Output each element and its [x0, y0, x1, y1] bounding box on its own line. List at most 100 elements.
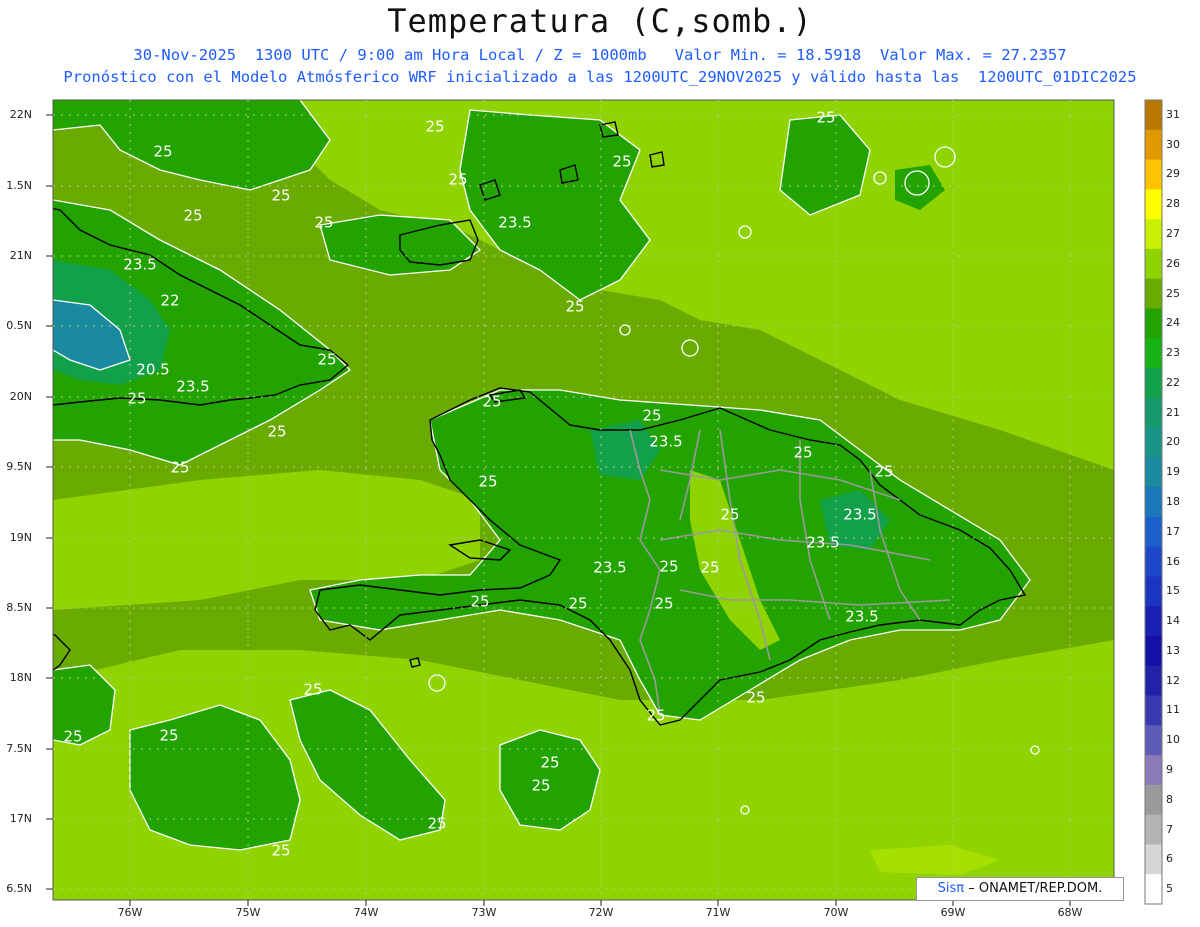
colorbar-swatch — [1145, 397, 1162, 429]
colorbar-label: 27 — [1166, 227, 1180, 240]
colorbar-label: 13 — [1166, 643, 1180, 657]
lat-label: 21N — [9, 249, 32, 262]
contour-label: 25 — [314, 214, 333, 232]
colorbar-label: 16 — [1166, 554, 1180, 568]
colorbar-label: 22 — [1166, 375, 1180, 389]
colorbar-swatch — [1145, 368, 1162, 399]
colorbar-label: 14 — [1166, 614, 1180, 628]
colorbar-label: 30 — [1166, 137, 1180, 151]
lon-label: 72W — [588, 906, 614, 919]
colorbar-swatch — [1145, 725, 1162, 756]
contour-label: 23.5 — [123, 256, 156, 274]
colorbar-label: 10 — [1166, 733, 1180, 747]
colorbar-swatch — [1145, 129, 1162, 161]
contour-label: 25 — [425, 118, 444, 136]
colorbar-label: 9 — [1166, 763, 1173, 776]
colorbar-label: 28 — [1166, 197, 1180, 211]
lon-label: 73W — [471, 906, 497, 919]
contour-label: 22 — [160, 292, 179, 310]
lat-label: 6.5N — [6, 882, 32, 895]
colorbar-swatch — [1145, 636, 1162, 667]
colorbar — [1144, 99, 1163, 905]
lat-label: 8.5N — [6, 601, 32, 614]
contour-label: 25 — [127, 390, 146, 408]
colorbar-label: 20 — [1166, 435, 1180, 449]
colorbar-swatch — [1145, 784, 1162, 816]
contour-label: 23.5 — [845, 608, 878, 626]
contour-label: 25 — [874, 463, 893, 481]
contour-label: 25 — [531, 777, 550, 795]
colorbar-swatch — [1145, 248, 1162, 280]
contour-label: 23.5 — [649, 433, 682, 451]
contour-label: 25 — [427, 815, 446, 833]
contour-label: 25 — [720, 506, 739, 524]
lat-label: 17N — [9, 812, 32, 825]
contour-label: 23.5 — [806, 534, 839, 552]
colorbar-swatch — [1145, 755, 1162, 786]
colorbar-swatch — [1145, 487, 1162, 518]
contour-label: 25 — [568, 595, 587, 613]
lat-label: 9.5N — [6, 460, 32, 473]
lat-label: 7.5N — [6, 742, 32, 755]
credit-box: Sisπ – ONAMET/REP.DOM. — [916, 877, 1124, 901]
lon-label: 75W — [235, 906, 261, 919]
contour-label: 25 — [183, 207, 202, 225]
contour-label: 23.5 — [176, 378, 209, 396]
contour-label: 25 — [478, 473, 497, 491]
colorbar-swatch — [1145, 516, 1162, 548]
colorbar-swatch — [1145, 457, 1162, 488]
lat-label: 0.5N — [6, 319, 32, 332]
contour-label: 25 — [63, 728, 82, 746]
contour-label: 25 — [271, 842, 290, 860]
contour-label: 25 — [654, 595, 673, 613]
colorbar-swatch — [1145, 308, 1162, 339]
contour-label: 25 — [448, 171, 467, 189]
colorbar-label: 12 — [1166, 673, 1180, 687]
colorbar-label: 7 — [1166, 822, 1173, 836]
colorbar-label: 17 — [1166, 524, 1180, 538]
lon-label: 74W — [353, 906, 379, 919]
colorbar-swatch — [1145, 844, 1162, 875]
colorbar-label: 18 — [1166, 495, 1180, 508]
colorbar-label: 29 — [1166, 167, 1180, 181]
colorbar-label: 6 — [1166, 852, 1173, 866]
colorbar-swatch — [1145, 874, 1162, 905]
contour-label: 25 — [170, 459, 189, 477]
contour-label: 25 — [642, 407, 661, 425]
contour-label: 25 — [271, 187, 290, 205]
contour-label: 23.5 — [593, 559, 626, 577]
contour-label: 25 — [303, 681, 322, 699]
colorbar-label: 25 — [1166, 286, 1180, 300]
colorbar-swatch — [1145, 665, 1162, 697]
colorbar-swatch — [1145, 427, 1162, 458]
colorbar-swatch — [1145, 100, 1162, 131]
colorbar-swatch — [1145, 219, 1162, 250]
contour-label: 25 — [317, 351, 336, 369]
colorbar-swatch — [1145, 606, 1162, 637]
contour-label: 25 — [746, 689, 765, 707]
colorbar-label: 15 — [1166, 584, 1180, 598]
lon-label: 68W — [1057, 906, 1083, 919]
lon-label: 69W — [940, 906, 966, 919]
colorbar-label: 24 — [1166, 316, 1180, 330]
lat-label: 20N — [9, 390, 32, 403]
colorbar-label: 21 — [1166, 405, 1180, 419]
lat-label: 1.5N — [6, 179, 32, 192]
contour-label: 25 — [612, 153, 631, 171]
contour-label: 25 — [267, 423, 286, 441]
contour-label: 25 — [565, 298, 584, 316]
colorbar-swatch — [1145, 189, 1162, 220]
colorbar-label: 8 — [1166, 792, 1173, 806]
lon-label: 70W — [823, 906, 849, 919]
contour-label: 25 — [470, 593, 489, 611]
contour-label: 25 — [159, 727, 178, 745]
lon-label: 71W — [705, 906, 731, 919]
colorbar-label: 11 — [1166, 703, 1180, 717]
colorbar-label: 31 — [1166, 107, 1180, 121]
contour-label: 25 — [153, 143, 172, 161]
colorbar-swatch — [1145, 814, 1162, 845]
contour-label: 25 — [700, 559, 719, 577]
contour-label: 23.5 — [843, 506, 876, 524]
colorbar-label: 19 — [1166, 465, 1180, 479]
lat-label: 22N — [9, 108, 32, 121]
